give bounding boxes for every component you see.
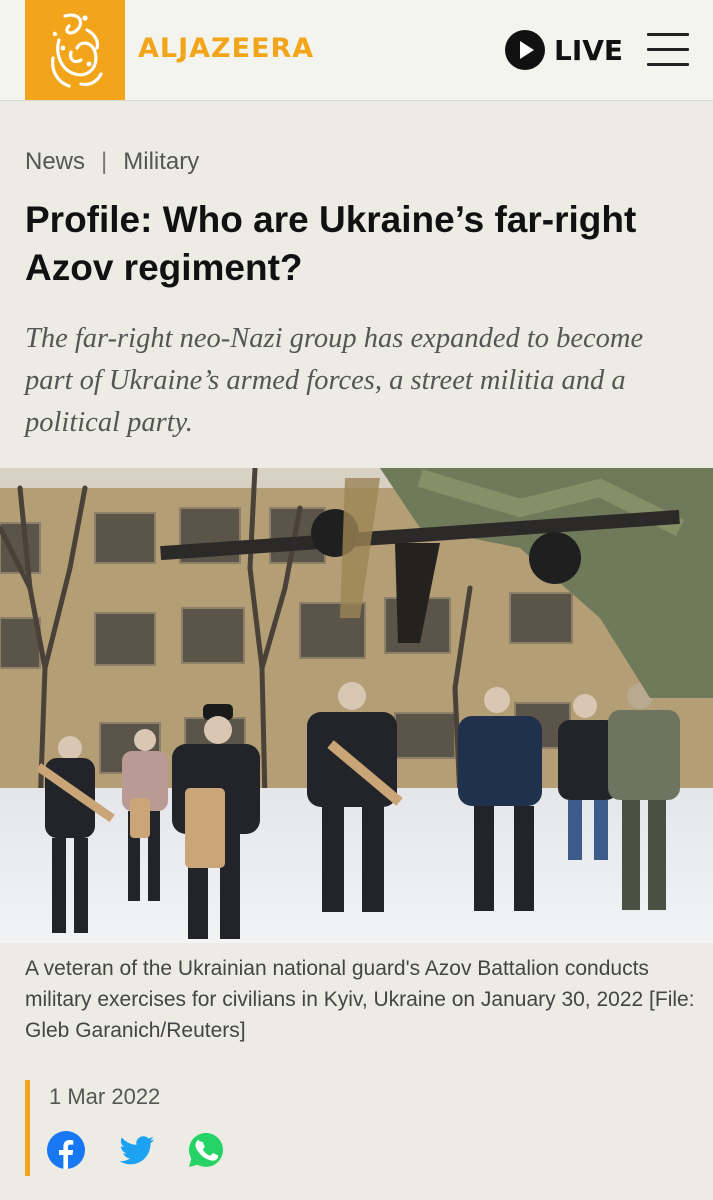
facebook-icon[interactable] [47, 1131, 85, 1169]
play-icon [505, 30, 545, 70]
aljazeera-logo[interactable] [25, 0, 125, 100]
article-subtitle: The far-right neo-Nazi group has expande… [25, 323, 644, 438]
breadcrumb-separator: | [101, 148, 108, 175]
site-header: ALJAZEERA LIVE [0, 0, 713, 101]
whatsapp-icon[interactable] [187, 1131, 225, 1169]
twitter-icon[interactable] [118, 1131, 156, 1169]
photo-caption: A veteran of the Ukrainian national guar… [25, 957, 695, 1042]
live-button[interactable]: LIVE [505, 30, 623, 70]
breadcrumb-military-link[interactable]: Military [123, 148, 199, 176]
hamburger-menu-icon[interactable] [647, 33, 689, 67]
breadcrumb: News | Military [25, 148, 199, 176]
accent-bar [25, 1080, 30, 1176]
brand-wordmark[interactable]: ALJAZEERA [138, 33, 314, 64]
breadcrumb-news-link[interactable]: News [25, 148, 85, 176]
article-photo[interactable] [0, 468, 713, 943]
live-label: LIVE [554, 33, 624, 67]
publish-date: 1 Mar 2022 [49, 1084, 161, 1109]
article-title: Profile: Who are Ukraine’s far-right Azo… [25, 199, 637, 288]
